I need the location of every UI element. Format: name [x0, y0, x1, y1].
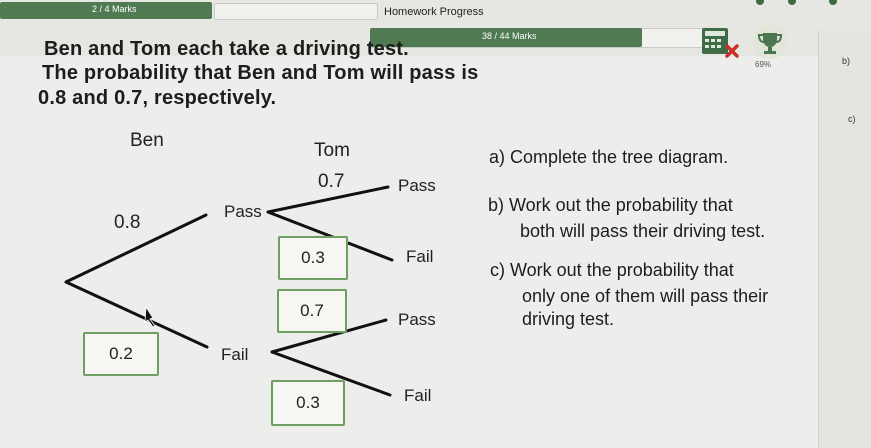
part-c-line-3: driving test.: [522, 309, 615, 329]
outcome-fail-2: Fail: [404, 386, 432, 405]
ben-fail-label: Fail: [221, 345, 249, 364]
part-b-line-1: b) Work out the probability that: [488, 195, 733, 215]
ben-pass-label: Pass: [224, 202, 262, 221]
part-c-line-1: c) Work out the probability that: [490, 260, 734, 280]
tom-heading: Tom: [314, 140, 350, 161]
part-a-line-1: a) Complete the tree diagram.: [489, 147, 729, 167]
outcome-pass-2: Pass: [398, 310, 436, 329]
tom-fail-after-pass-answer-box[interactable]: 0.3: [278, 236, 348, 280]
part-c-line-2: only one of them will pass their: [522, 286, 769, 306]
tom-pass-after-fail-answer-box[interactable]: 0.7: [277, 289, 347, 333]
ben-heading: Ben: [130, 130, 164, 151]
ben-fail-answer-box[interactable]: 0.2: [83, 332, 159, 376]
outcome-pass-1: Pass: [398, 176, 436, 195]
part-b-line-2: both will pass their driving test.: [520, 221, 766, 241]
ben-pass-probability: 0.8: [114, 212, 141, 233]
tom-fail-after-fail-answer-box[interactable]: 0.3: [271, 380, 345, 426]
tom-pass-after-pass-probability: 0.7: [318, 171, 345, 192]
mouse-cursor-icon: [144, 305, 156, 328]
outcome-fail-1: Fail: [406, 247, 434, 266]
